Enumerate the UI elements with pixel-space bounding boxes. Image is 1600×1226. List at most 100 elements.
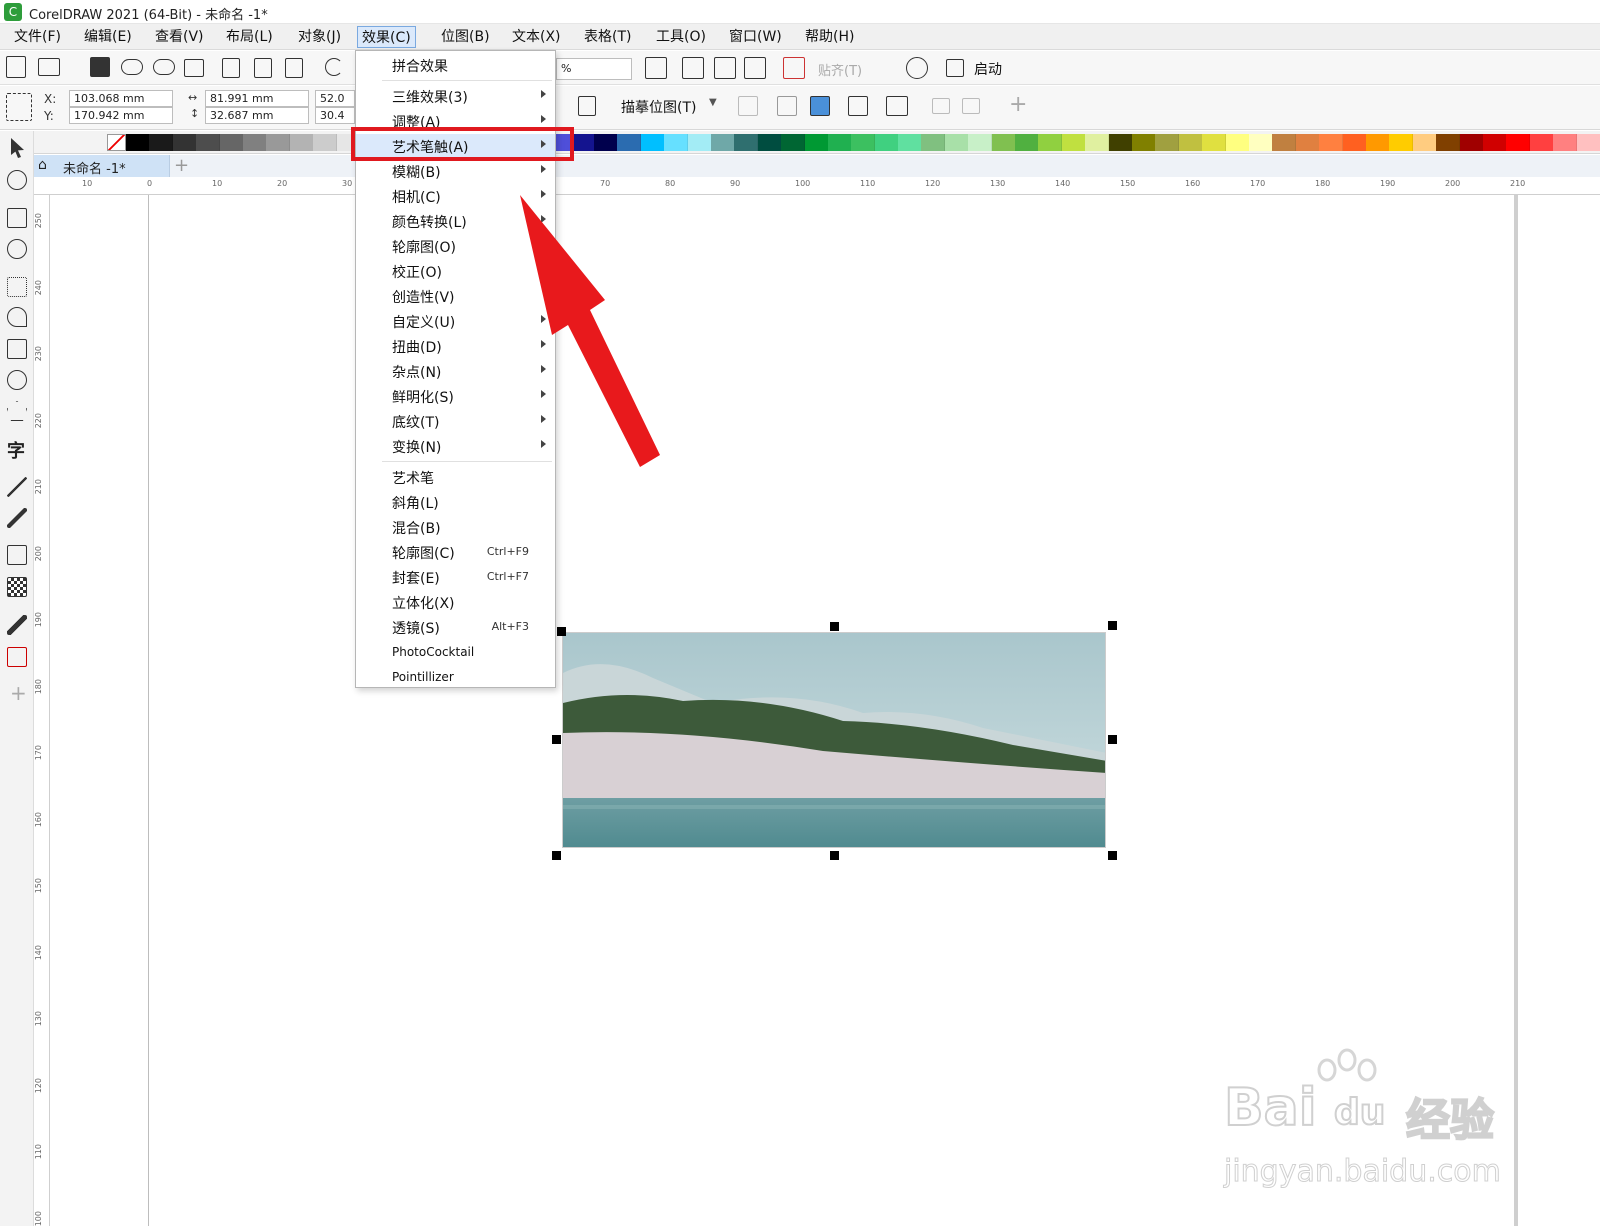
menu-tools[interactable]: 工具(O) — [652, 26, 710, 48]
color-swatch[interactable] — [710, 134, 735, 151]
resize-handle-bottom[interactable] — [830, 851, 839, 860]
full-screen-icon[interactable] — [645, 57, 667, 79]
color-swatch[interactable] — [1389, 134, 1414, 151]
rulers-icon[interactable] — [682, 57, 704, 79]
add-icon[interactable]: + — [1009, 92, 1027, 117]
color-swatch[interactable] — [289, 134, 314, 151]
trace-bitmap-dropdown[interactable]: 描摹位图(T) — [621, 97, 696, 117]
color-swatch[interactable] — [126, 134, 150, 151]
menu-item-lens[interactable]: 透镜(S) Alt+F3 — [356, 615, 555, 639]
color-swatch[interactable] — [1483, 134, 1508, 151]
color-swatch[interactable] — [1178, 134, 1203, 151]
interactive-fill-tool-icon[interactable] — [7, 647, 27, 667]
menu-item-envelope[interactable]: 封套(E) Ctrl+F7 — [356, 565, 555, 589]
resize-handle-right[interactable] — [1108, 735, 1117, 744]
color-swatch[interactable] — [1412, 134, 1437, 151]
home-icon[interactable]: ⌂ — [38, 157, 47, 173]
resize-handle-top-left[interactable] — [557, 627, 566, 636]
color-swatch[interactable] — [1015, 134, 1040, 151]
color-swatch[interactable] — [266, 134, 291, 151]
color-swatch[interactable] — [1249, 134, 1274, 151]
menu-help[interactable]: 帮助(H) — [801, 26, 858, 48]
color-swatch[interactable] — [734, 134, 759, 151]
polygon-tool-icon[interactable] — [7, 401, 27, 421]
undo-icon[interactable] — [325, 58, 343, 76]
resize-handle-bottom-left[interactable] — [552, 851, 561, 860]
alignment-guides-icon[interactable] — [783, 57, 805, 79]
to-front-icon[interactable] — [932, 98, 950, 114]
snap-to-dropdown[interactable]: 贴齐(T) — [818, 60, 862, 79]
transparency-tool-icon[interactable] — [7, 577, 27, 597]
new-document-icon[interactable] — [6, 56, 26, 78]
menu-view[interactable]: 查看(V) — [151, 26, 208, 48]
color-swatch[interactable] — [921, 134, 946, 151]
color-swatch[interactable] — [1061, 134, 1086, 151]
new-tab-icon[interactable]: + — [174, 155, 189, 176]
scale-width-field[interactable]: 52.0 — [315, 90, 355, 107]
grid-icon[interactable] — [714, 57, 736, 79]
color-swatch[interactable] — [781, 134, 806, 151]
color-swatch[interactable] — [827, 134, 852, 151]
open-folder-icon[interactable] — [38, 58, 60, 76]
landscape-bitmap[interactable] — [562, 632, 1106, 848]
text-wrap-icon[interactable] — [886, 96, 908, 116]
menu-text[interactable]: 文本(X) — [508, 26, 565, 48]
object-origin-icon[interactable] — [6, 93, 32, 121]
color-swatch[interactable] — [1155, 134, 1180, 151]
color-swatch[interactable] — [851, 134, 876, 151]
color-swatch[interactable] — [991, 134, 1016, 151]
connector-tool-icon[interactable] — [7, 508, 27, 528]
menu-layout[interactable]: 布局(L) — [222, 26, 277, 48]
height-field[interactable]: 32.687 mm — [205, 107, 309, 124]
scale-height-field[interactable]: 30.4 — [315, 107, 355, 124]
resize-handle-bottom-right[interactable] — [1108, 851, 1117, 860]
resize-handle-left[interactable] — [552, 735, 561, 744]
freehand-tool-icon[interactable] — [7, 277, 27, 297]
menu-item-contour[interactable]: 轮廓图(C) Ctrl+F9 — [356, 540, 555, 564]
color-swatch[interactable] — [1342, 134, 1367, 151]
transparent-bitmap-icon[interactable] — [848, 96, 868, 116]
cut-icon[interactable] — [222, 58, 240, 78]
resize-handle-top[interactable] — [830, 622, 839, 631]
color-swatch[interactable] — [874, 134, 899, 151]
eyedropper-tool-icon[interactable] — [7, 615, 27, 635]
y-position-field[interactable]: 170.942 mm — [69, 107, 173, 124]
gear-icon[interactable] — [906, 57, 928, 79]
color-swatch[interactable] — [804, 134, 829, 151]
vertical-ruler[interactable]: 250 240 230 220 210 200 190 180 170 160 150 140 130 1… — [34, 195, 50, 1226]
color-swatch[interactable] — [640, 134, 665, 151]
color-swatch[interactable] — [1436, 134, 1461, 151]
save-icon[interactable] — [90, 57, 110, 77]
cloud-download-icon[interactable] — [121, 59, 143, 75]
color-swatch[interactable] — [1459, 134, 1484, 151]
menu-object[interactable]: 对象(J) — [294, 26, 345, 48]
color-swatch[interactable] — [242, 134, 267, 151]
add-tool-icon[interactable]: + — [10, 681, 27, 705]
menu-item-flatten-effects[interactable]: 拼合效果 — [356, 53, 555, 77]
launch-icon[interactable] — [946, 59, 964, 77]
resize-handle-top-right[interactable] — [1108, 621, 1117, 630]
color-swatch[interactable] — [1576, 134, 1600, 151]
color-swatch[interactable] — [944, 134, 969, 151]
color-swatch[interactable] — [898, 134, 923, 151]
color-swatch[interactable] — [219, 134, 244, 151]
color-swatch[interactable] — [1529, 134, 1554, 151]
color-swatch[interactable] — [664, 134, 689, 151]
pick-tool-icon[interactable] — [11, 138, 24, 158]
drop-shadow-tool-icon[interactable] — [7, 545, 27, 565]
menu-item-bevel[interactable]: 斜角(L) — [356, 490, 555, 514]
menu-item-blend[interactable]: 混合(B) — [356, 515, 555, 539]
color-swatch[interactable] — [1085, 134, 1110, 151]
menu-file[interactable]: 文件(F) — [10, 26, 65, 48]
menu-item-3d-effects[interactable]: 三维效果(3) — [356, 84, 555, 108]
color-swatch[interactable] — [172, 134, 197, 151]
color-swatch[interactable] — [593, 134, 618, 151]
launch-button[interactable]: 启动 — [974, 59, 1002, 79]
menu-edit[interactable]: 编辑(E) — [80, 26, 136, 48]
zoom-level-field[interactable]: % — [556, 58, 632, 80]
menu-item-pointillizer[interactable]: Pointillizer — [356, 665, 555, 689]
color-swatch[interactable] — [149, 134, 174, 151]
color-swatch[interactable] — [1366, 134, 1391, 151]
menu-item-blur[interactable]: 模糊(B) — [356, 159, 555, 183]
color-swatch[interactable] — [1319, 134, 1344, 151]
